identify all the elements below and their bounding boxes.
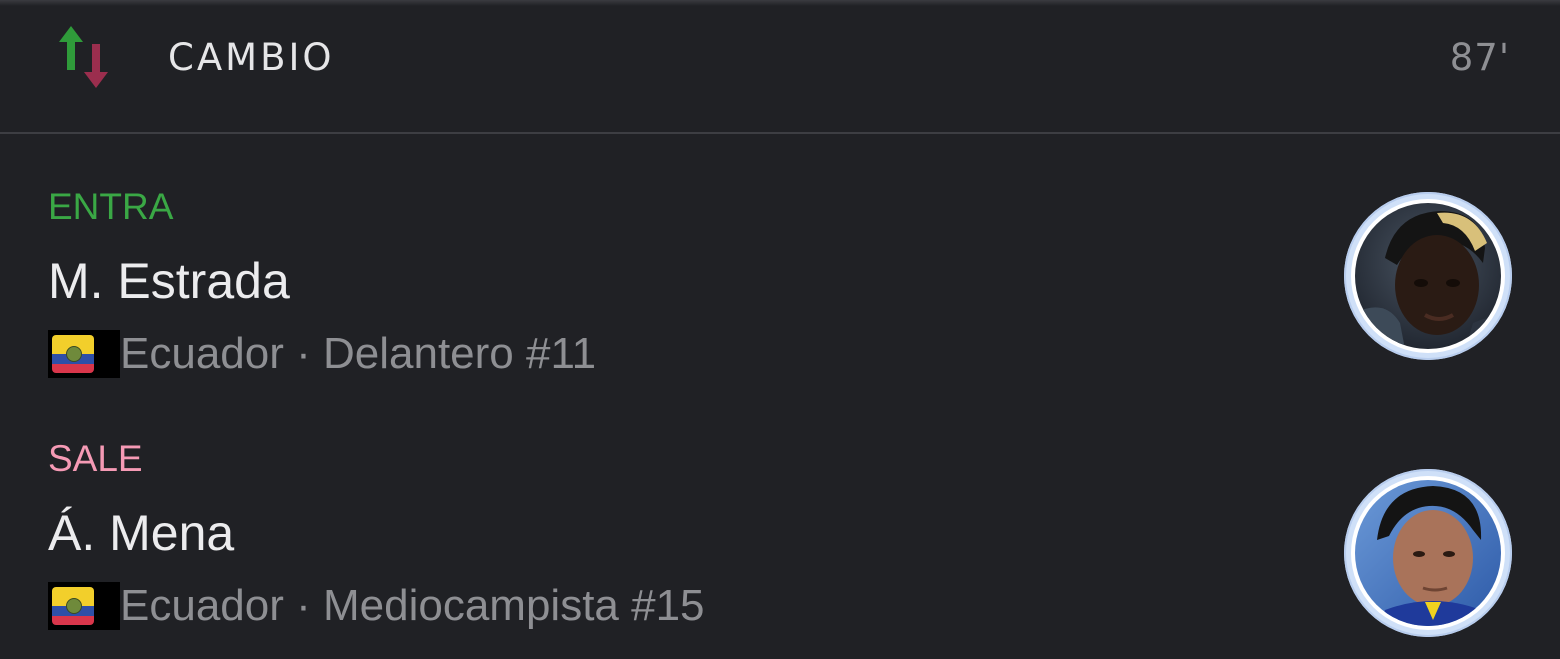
player-out-nationality-position: Ecuador · Mediocampista #15 [120,581,705,630]
player-in-nationality-position: Ecuador · Delantero #11 [120,329,597,378]
player-photo-icon [1355,203,1501,349]
player-in-meta: Ecuador · Delantero #11 [48,329,597,378]
event-minute: 87' [1449,36,1510,79]
substitution-card: CAMBIO 87' ENTRA M. Estrada Ecuador · De… [0,0,1560,659]
substitution-arrows-icon [59,26,108,88]
event-title: CAMBIO [168,36,335,79]
ecuador-flag-icon [48,330,120,378]
player-in-avatar[interactable] [1344,192,1512,360]
player-out-meta: Ecuador · Mediocampista #15 [48,581,705,630]
ecuador-flag-icon [48,582,120,630]
player-out-name[interactable]: Á. Mena [48,504,234,562]
role-label-out: SALE [48,438,143,479]
player-out-avatar[interactable] [1344,469,1512,637]
event-header: CAMBIO 87' [0,0,1560,134]
role-label-in: ENTRA [48,186,174,227]
player-photo-icon [1355,480,1501,626]
player-in-name[interactable]: M. Estrada [48,252,290,310]
